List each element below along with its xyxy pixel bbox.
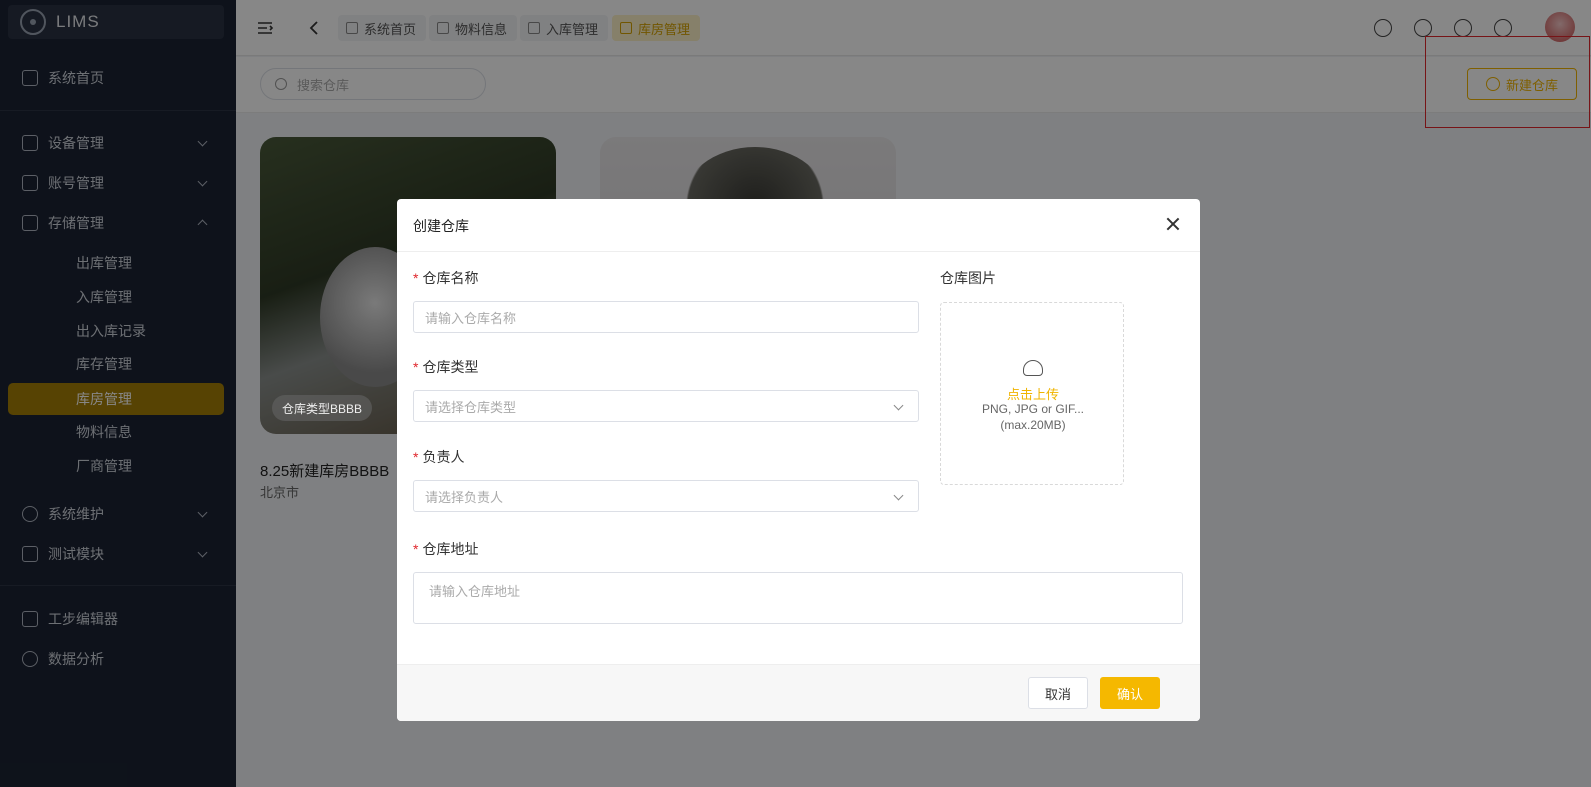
type-label: * 仓库类型: [413, 359, 479, 375]
type-placeholder: 请选择仓库类型: [425, 399, 517, 415]
owner-label: * 负责人: [413, 449, 465, 465]
close-icon[interactable]: [1164, 215, 1182, 233]
upload-link[interactable]: 点击上传: [941, 384, 1125, 403]
type-select[interactable]: 请选择仓库类型: [413, 390, 919, 422]
chevron-down-icon: [893, 490, 904, 501]
dialog-title: 创建仓库: [413, 218, 469, 234]
cloud-upload-icon: [1023, 360, 1043, 376]
dialog-footer: 取消 确认: [397, 664, 1200, 721]
confirm-button[interactable]: 确认: [1100, 677, 1160, 709]
address-label: * 仓库地址: [413, 541, 479, 557]
card-type-badge: 仓库类型BBBB: [272, 395, 373, 421]
chevron-down-icon: [893, 400, 904, 411]
address-placeholder: 请输入仓库地址: [429, 584, 521, 599]
owner-select[interactable]: 请选择负责人: [413, 480, 919, 512]
name-placeholder: 请输入仓库名称: [425, 310, 517, 326]
cancel-button[interactable]: 取消: [1028, 677, 1088, 709]
address-textarea[interactable]: 请输入仓库地址: [413, 572, 1183, 624]
upload-max: (max.20MB): [1000, 418, 1066, 432]
upload-hint: PNG, JPG or GIF...: [981, 402, 1085, 416]
owner-placeholder: 请选择负责人: [425, 489, 504, 505]
image-label: 仓库图片: [940, 270, 996, 286]
divider: [397, 251, 1200, 252]
image-upload[interactable]: 点击上传 PNG, JPG or GIF... (max.20MB): [940, 302, 1124, 485]
name-input[interactable]: 请输入仓库名称: [413, 301, 919, 333]
create-warehouse-dialog: 创建仓库 * 仓库名称 请输入仓库名称 * 仓库类型 请选择仓库类型 * 负责人 请选…: [397, 199, 1200, 721]
name-label: * 仓库名称: [413, 270, 479, 286]
